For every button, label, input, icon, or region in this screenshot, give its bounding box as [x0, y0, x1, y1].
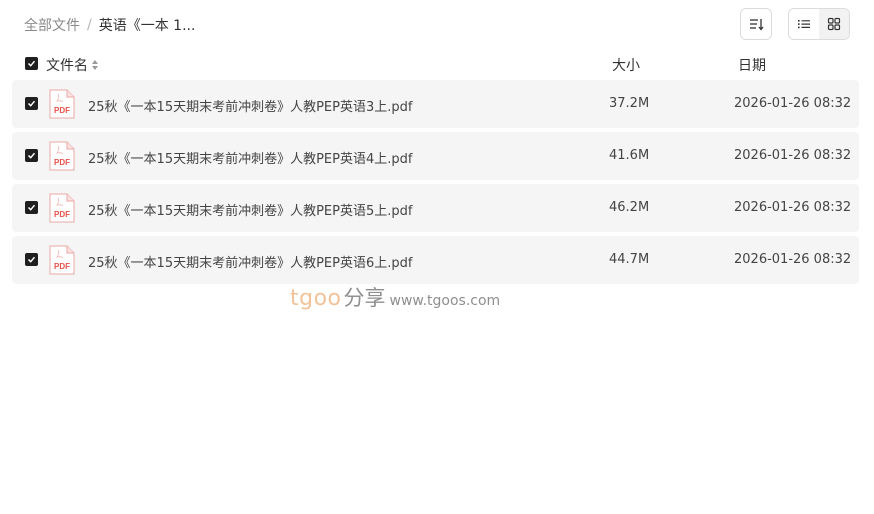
- grid-view-icon: [827, 17, 841, 31]
- svg-text:PDF: PDF: [54, 210, 70, 219]
- svg-text:PDF: PDF: [54, 262, 70, 271]
- file-row[interactable]: PDF 25秋《一本15天期末考前冲刺卷》人教PEP英语4上.pdf 41.6M…: [12, 132, 859, 180]
- view-toggle: [788, 8, 850, 40]
- pdf-icon: PDF: [49, 193, 75, 223]
- file-size: 46.2M: [609, 200, 650, 215]
- row-checkbox[interactable]: [25, 201, 38, 214]
- grid-view-button[interactable]: [819, 9, 849, 39]
- row-checkbox[interactable]: [25, 149, 38, 162]
- file-size: 44.7M: [609, 252, 650, 267]
- column-header-date[interactable]: 日期: [738, 55, 766, 75]
- list-view-icon: [798, 20, 810, 29]
- file-name[interactable]: 25秋《一本15天期末考前冲刺卷》人教PEP英语4上.pdf: [88, 148, 412, 167]
- breadcrumb-separator: /: [87, 17, 92, 33]
- checkmark-icon: [27, 152, 36, 159]
- watermark: tgoo 分享 www.tgoos.com: [290, 282, 500, 312]
- file-date: 2026-01-26 08:32: [734, 252, 852, 267]
- svg-text:PDF: PDF: [54, 106, 70, 115]
- select-all-checkbox[interactable]: [25, 57, 38, 70]
- file-row[interactable]: PDF 25秋《一本15天期末考前冲刺卷》人教PEP英语6上.pdf 44.7M…: [12, 236, 859, 284]
- row-checkbox[interactable]: [25, 97, 38, 110]
- breadcrumb-root[interactable]: 全部文件: [24, 15, 80, 35]
- file-date: 2026-01-26 08:32: [734, 148, 852, 163]
- watermark-logo-cn: 分享: [343, 286, 386, 310]
- pdf-icon: PDF: [49, 89, 75, 119]
- file-list: PDF 25秋《一本15天期末考前冲刺卷》人教PEP英语3上.pdf 37.2M…: [12, 80, 859, 288]
- column-header-name-label: 文件名: [46, 58, 88, 74]
- svg-text:PDF: PDF: [54, 158, 70, 167]
- file-date: 2026-01-26 08:32: [734, 96, 852, 111]
- file-row[interactable]: PDF 25秋《一本15天期末考前冲刺卷》人教PEP英语3上.pdf 37.2M…: [12, 80, 859, 128]
- checkmark-icon: [27, 100, 36, 107]
- checkmark-icon: [27, 60, 36, 67]
- file-name[interactable]: 25秋《一本15天期末考前冲刺卷》人教PEP英语3上.pdf: [88, 96, 412, 115]
- row-checkbox[interactable]: [25, 253, 38, 266]
- list-view-button[interactable]: [789, 9, 819, 39]
- watermark-logo: tgoo: [290, 286, 342, 311]
- file-size: 41.6M: [609, 148, 650, 163]
- watermark-url: www.tgoos.com: [389, 293, 501, 309]
- pdf-icon: PDF: [49, 245, 75, 275]
- breadcrumb: 全部文件 / 英语《一本 1...: [24, 15, 195, 35]
- pdf-icon: PDF: [49, 141, 75, 171]
- file-row[interactable]: PDF 25秋《一本15天期末考前冲刺卷》人教PEP英语5上.pdf 46.2M…: [12, 184, 859, 232]
- file-name[interactable]: 25秋《一本15天期末考前冲刺卷》人教PEP英语5上.pdf: [88, 200, 412, 219]
- file-name[interactable]: 25秋《一本15天期末考前冲刺卷》人教PEP英语6上.pdf: [88, 252, 412, 271]
- column-header-size[interactable]: 大小: [612, 55, 640, 75]
- table-header: 文件名 大小 日期: [0, 52, 874, 76]
- breadcrumb-current: 英语《一本 1...: [98, 18, 196, 34]
- checkmark-icon: [27, 256, 36, 263]
- column-header-name[interactable]: 文件名: [46, 55, 99, 75]
- checkmark-icon: [27, 204, 36, 211]
- sort-button[interactable]: [740, 8, 772, 40]
- file-date: 2026-01-26 08:32: [734, 200, 852, 215]
- file-size: 37.2M: [609, 96, 650, 111]
- sort-caret-icon: [92, 60, 99, 70]
- sort-icon: [750, 19, 764, 31]
